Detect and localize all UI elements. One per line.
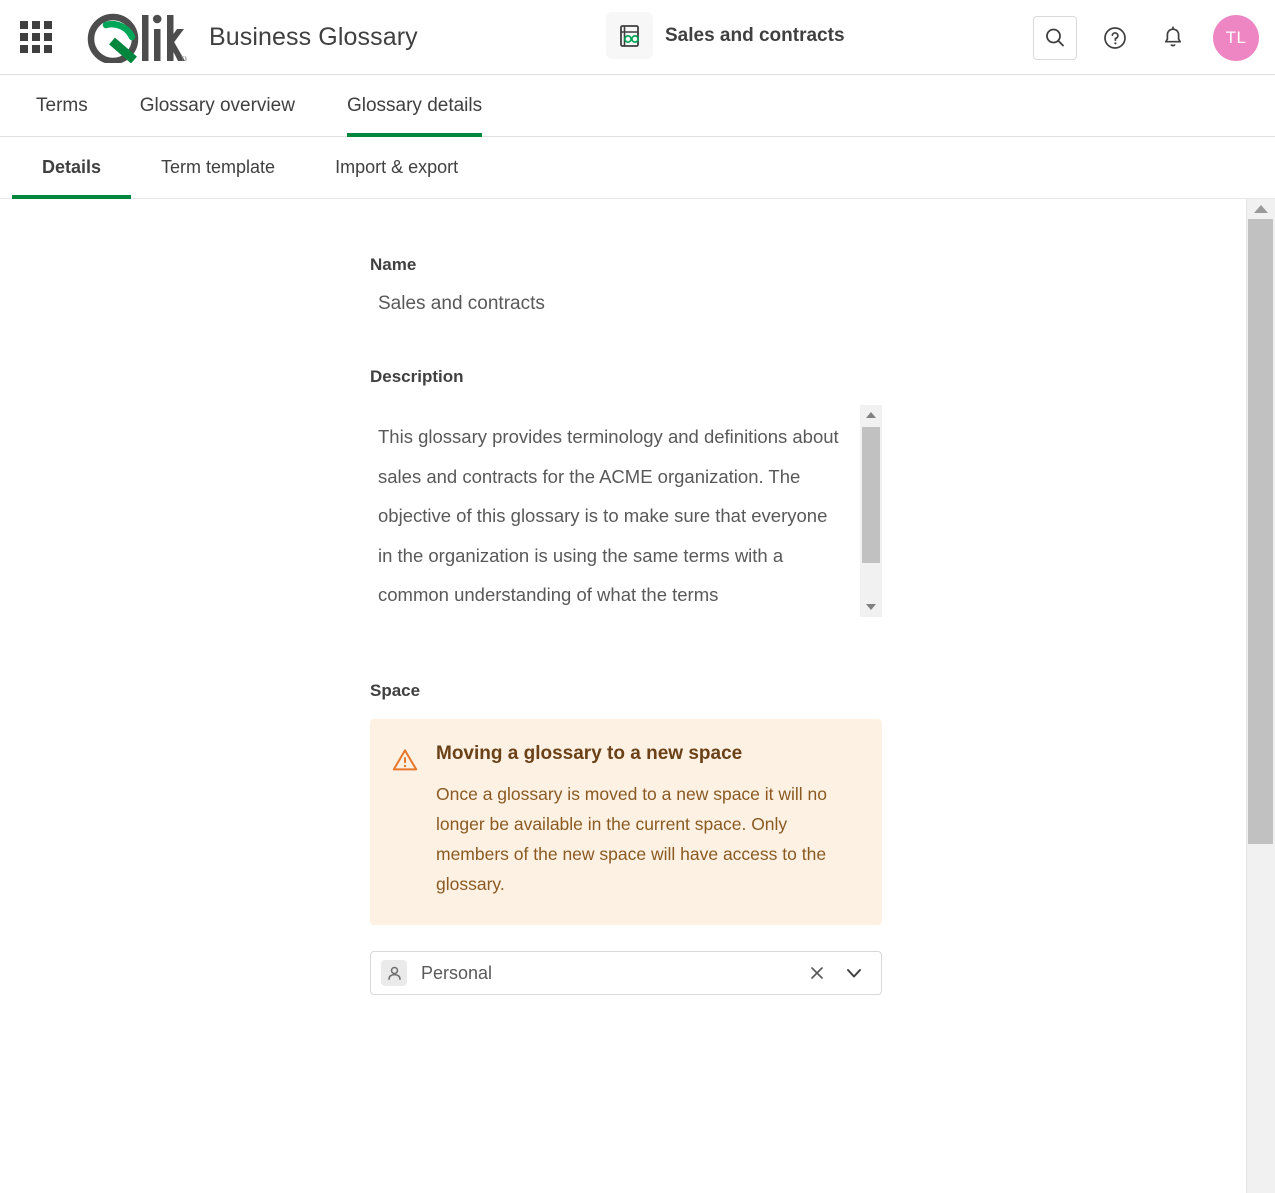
top-header-bar: TM Business Glossary Sales and contracts [0,0,1275,75]
space-move-warning-banner: Moving a glossary to a new space Once a … [370,719,882,925]
tab-glossary-details[interactable]: Glossary details [347,75,482,137]
glossary-book-icon [606,12,653,59]
warning-text: Once a glossary is moved to a new space … [436,779,858,899]
tab-terms[interactable]: Terms [36,75,88,137]
space-select-value: Personal [421,963,807,984]
glossary-context-chip[interactable]: Sales and contracts [606,12,845,59]
description-scroll-thumb[interactable] [862,427,880,563]
page-scrollbar-thumb[interactable] [1248,219,1273,844]
description-scroll-down-button[interactable] [860,597,882,617]
tab-details[interactable]: Details [12,137,131,199]
tab-glossary-overview[interactable]: Glossary overview [140,75,295,137]
description-scroll-up-button[interactable] [860,405,882,425]
description-label: Description [370,367,882,387]
page-scroll-up-button[interactable] [1246,199,1275,219]
notifications-bell-icon[interactable] [1151,16,1195,60]
glossary-chip-label: Sales and contracts [665,25,845,47]
arrow-up-icon [866,412,876,418]
grid-dot [20,21,28,29]
tab-term-template[interactable]: Term template [131,137,305,199]
grid-apps-icon[interactable] [16,17,56,57]
help-icon[interactable] [1093,16,1137,60]
secondary-tab-bar: Details Term template Import & export [0,137,1275,199]
search-icon[interactable] [1033,16,1077,60]
details-panel: Name Sales and contracts Description Thi… [0,199,1245,1184]
tab-import-export[interactable]: Import & export [305,137,488,199]
primary-tab-bar: Terms Glossary overview Glossary details [0,75,1275,137]
grid-dot [20,33,28,41]
chevron-down-icon[interactable] [843,962,865,984]
warning-title: Moving a glossary to a new space [436,743,858,765]
description-value: This glossary provides terminology and d… [370,405,882,615]
avatar[interactable]: TL [1213,15,1259,61]
qlik-logo[interactable]: TM [82,11,187,63]
grid-dot [44,21,52,29]
person-icon [381,960,407,986]
qlik-logo-mark: TM [82,11,187,63]
svg-text:TM: TM [181,57,187,63]
content-wrapper: Name Sales and contracts Description Thi… [0,199,1275,1193]
name-value[interactable]: Sales and contracts [370,293,882,315]
grid-dot [32,45,40,53]
grid-dot [32,21,40,29]
grid-dot [44,45,52,53]
grid-dot [44,33,52,41]
page-scrollbar[interactable] [1245,199,1275,1193]
space-label: Space [370,681,882,701]
grid-dot [20,45,28,53]
close-x-icon[interactable] [807,963,827,983]
description-textarea[interactable]: This glossary provides terminology and d… [370,405,882,617]
grid-dot [32,33,40,41]
description-scrollbar[interactable] [860,405,882,617]
page-title: Business Glossary [209,23,418,52]
arrow-up-icon [1254,205,1268,213]
warning-triangle-icon [392,747,418,778]
arrow-down-icon [866,604,876,610]
warning-body: Moving a glossary to a new space Once a … [436,743,858,899]
space-select[interactable]: Personal [370,951,882,995]
glossary-details-form: Name Sales and contracts Description Thi… [370,255,882,995]
name-label: Name [370,255,882,275]
header-actions: TL [1033,0,1259,75]
